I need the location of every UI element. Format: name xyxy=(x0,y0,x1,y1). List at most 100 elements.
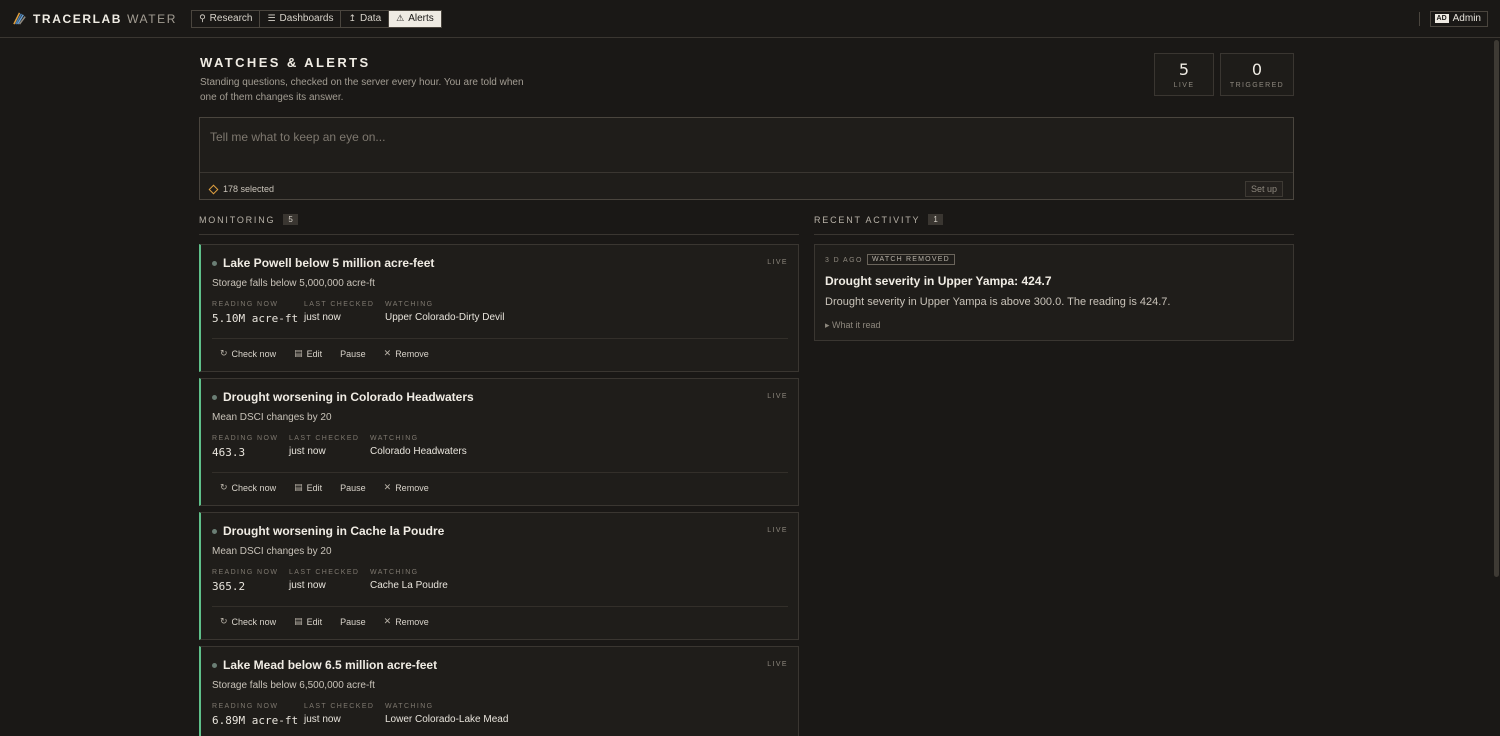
brand[interactable]: TRACERLAB WATER xyxy=(12,0,177,38)
status-dot xyxy=(212,663,217,668)
watch-actions: ↻ Check now ▤ Edit Pause ✕ Remove xyxy=(220,482,447,493)
meta-checked: LAST CHECKED just now xyxy=(289,569,359,591)
watch-actions: ↻ Check now ▤ Edit Pause ✕ Remove xyxy=(220,348,447,359)
remove-button[interactable]: ✕ Remove xyxy=(384,348,429,359)
nav-research[interactable]: ⚲ Research xyxy=(192,10,261,27)
watch-condition: Mean DSCI changes by 20 xyxy=(212,412,332,423)
watch-condition: Mean DSCI changes by 20 xyxy=(212,546,332,557)
watch-title: Lake Powell below 5 million acre-feet xyxy=(223,256,435,270)
watch-card: Lake Mead below 6.5 million acre-feet LI… xyxy=(199,646,799,736)
meta-label: READING NOW xyxy=(212,569,279,576)
user-menu-button[interactable]: AD Admin xyxy=(1429,10,1488,27)
toggle-label: What it read xyxy=(832,320,881,330)
checked-value: just now xyxy=(289,446,326,457)
pause-button[interactable]: Pause xyxy=(340,616,366,627)
stat-triggered: 0 TRIGGERED xyxy=(1220,53,1294,96)
divider xyxy=(212,606,788,607)
meta-label: LAST CHECKED xyxy=(289,569,360,576)
meta-label: READING NOW xyxy=(212,703,279,710)
section-label: MONITORING xyxy=(199,215,276,225)
meta-watching: WATCHING Colorado Headwaters xyxy=(370,435,467,457)
nav-data[interactable]: ↥ Data xyxy=(341,10,390,27)
status-dot xyxy=(212,395,217,400)
meta-label: READING NOW xyxy=(212,435,279,442)
pause-button[interactable]: Pause xyxy=(340,348,366,359)
nav-label: Data xyxy=(360,13,382,24)
meta-label: LAST CHECKED xyxy=(289,435,360,442)
action-label: Remove xyxy=(395,482,429,493)
count-badge: 1 xyxy=(928,214,943,225)
watch-condition: Storage falls below 5,000,000 acre-ft xyxy=(212,278,375,289)
nav-label: Dashboards xyxy=(279,13,334,24)
action-label: Pause xyxy=(340,348,366,359)
remove-button[interactable]: ✕ Remove xyxy=(384,482,429,493)
nav-label: Alerts xyxy=(408,13,434,24)
meta-label: WATCHING xyxy=(370,569,419,576)
pause-button[interactable]: Pause xyxy=(340,482,366,493)
scrollbar-thumb[interactable] xyxy=(1494,40,1499,577)
meta-reading: READING NOW 463.3 xyxy=(212,435,278,459)
status-dot xyxy=(212,261,217,266)
meta-reading: READING NOW 365.2 xyxy=(212,569,278,593)
what-it-read-toggle[interactable]: ▸ What it read xyxy=(825,320,881,331)
selection-count[interactable]: 178 selected xyxy=(223,184,274,194)
stat-label: LIVE xyxy=(1173,82,1195,89)
watch-card: Lake Powell below 5 million acre-feet LI… xyxy=(199,244,799,372)
action-label: Remove xyxy=(395,348,429,359)
scrollbar[interactable] xyxy=(1492,38,1500,736)
refresh-icon: ↻ xyxy=(220,348,228,358)
remove-button[interactable]: ✕ Remove xyxy=(384,616,429,627)
activity-item: 3 D AGO WATCH REMOVED Drought severity i… xyxy=(814,244,1294,341)
setup-button[interactable]: Set up xyxy=(1244,181,1283,197)
meta-reading: READING NOW 6.89M acre-ft xyxy=(212,703,298,727)
watching-value: Upper Colorado-Dirty Devil xyxy=(385,312,505,323)
upload-icon: ↥ xyxy=(348,13,357,23)
meta-watching: WATCHING Cache La Poudre xyxy=(370,569,448,591)
user-label: Admin xyxy=(1452,13,1481,24)
close-icon: ✕ xyxy=(383,616,392,626)
meta-label: LAST CHECKED xyxy=(304,301,375,308)
reading-value: 365.2 xyxy=(212,580,246,593)
section-label: RECENT ACTIVITY xyxy=(814,215,921,225)
tracerlab-logo-icon xyxy=(13,12,26,25)
check-now-button[interactable]: ↻ Check now xyxy=(220,616,276,627)
checked-value: just now xyxy=(289,580,326,591)
edit-button[interactable]: ▤ Edit xyxy=(294,348,322,359)
action-label: Edit xyxy=(306,616,323,627)
activity-time: 3 D AGO xyxy=(825,257,863,264)
brand-name: TRACERLAB xyxy=(33,11,123,26)
count-badge: 5 xyxy=(283,214,298,225)
main-nav: ⚲ Research ☰ Dashboards ↥ Data ⚠ Alerts xyxy=(191,9,442,28)
page-subtitle: Standing questions, checked on the serve… xyxy=(200,77,524,103)
meta-label: WATCHING xyxy=(385,301,434,308)
refresh-icon: ↻ xyxy=(220,616,228,626)
stat-value: 5 xyxy=(1178,60,1190,79)
check-now-button[interactable]: ↻ Check now xyxy=(220,348,276,359)
topbar-right: AD Admin xyxy=(1418,10,1488,27)
refresh-icon: ↻ xyxy=(220,482,228,492)
reading-value: 6.89M acre-ft xyxy=(212,714,299,727)
check-now-button[interactable]: ↻ Check now xyxy=(220,482,276,493)
alert-triangle-icon: ⚠ xyxy=(396,13,405,23)
watch-title: Drought worsening in Colorado Headwaters xyxy=(223,390,474,404)
reading-value: 463.3 xyxy=(212,446,246,459)
top-bar: TRACERLAB WATER ⚲ Research ☰ Dashboards … xyxy=(0,0,1500,38)
nav-dashboards[interactable]: ☰ Dashboards xyxy=(260,10,342,27)
edit-button[interactable]: ▤ Edit xyxy=(294,482,322,493)
meta-checked: LAST CHECKED just now xyxy=(304,301,374,323)
status-badge: LIVE xyxy=(767,393,788,400)
close-icon: ✕ xyxy=(383,482,392,492)
action-label: Edit xyxy=(306,482,323,493)
status-badge: WATCH REMOVED xyxy=(867,254,955,265)
search-icon: ⚲ xyxy=(199,13,206,23)
monitoring-header: MONITORING 5 xyxy=(199,214,799,235)
action-label: Check now xyxy=(231,616,277,627)
edit-button[interactable]: ▤ Edit xyxy=(294,616,322,627)
watch-title: Lake Mead below 6.5 million acre-feet xyxy=(223,658,438,672)
watch-prompt-input[interactable] xyxy=(200,118,1293,173)
nav-alerts[interactable]: ⚠ Alerts xyxy=(389,10,441,27)
page-title: WATCHES & ALERTS xyxy=(200,55,371,70)
prompt-footer: 178 selected Set up xyxy=(200,176,1293,202)
diamond-icon xyxy=(208,184,219,194)
divider xyxy=(212,472,788,473)
